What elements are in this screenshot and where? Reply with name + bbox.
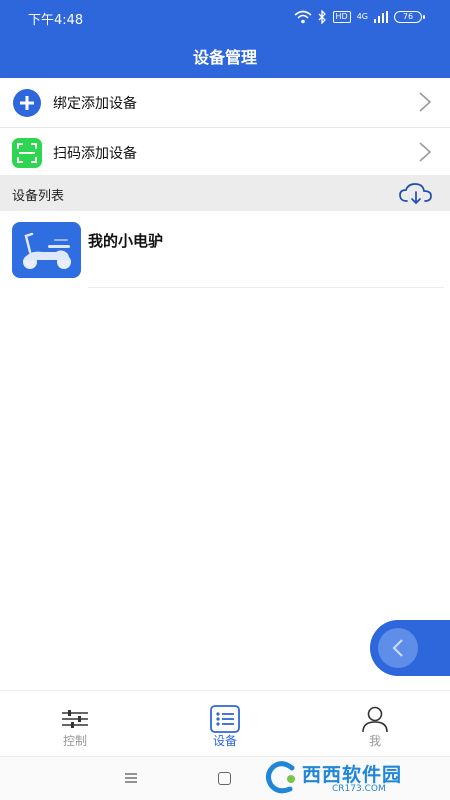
- menu-icon[interactable]: [125, 773, 137, 783]
- sliders-icon: [62, 710, 88, 728]
- chevron-right-icon: [419, 92, 432, 112]
- watermark-logo-icon: [265, 761, 295, 794]
- scan-add-device-row[interactable]: 扫码添加设备: [0, 128, 450, 176]
- hd-badge: HD: [332, 11, 351, 23]
- network-label: 4G: [356, 12, 368, 21]
- watermark-brand: 西西软件园: [302, 764, 403, 786]
- tab-label: 控制: [62, 734, 87, 748]
- person-icon: [362, 706, 388, 733]
- tab-label: 设备: [212, 734, 237, 748]
- device-list-header: 设备列表: [0, 175, 450, 211]
- status-bar: 下午4:48 HD 4G 76: [0, 0, 450, 32]
- floating-back-button[interactable]: [370, 620, 450, 676]
- device-list-item[interactable]: 我的小电驴: [0, 212, 450, 290]
- chevron-right-icon: [419, 142, 432, 162]
- signal-icon: [374, 11, 388, 23]
- status-time: 下午4:48: [28, 13, 84, 28]
- watermark-sub: CR173.COM: [332, 784, 386, 794]
- tab-me[interactable]: 我: [300, 691, 450, 757]
- row-divider: [88, 287, 444, 288]
- watermark: 西西软件园 CR173.COM: [262, 758, 450, 798]
- app-header: 下午4:48 HD 4G 76 设备管理: [0, 0, 450, 78]
- page-title: 设备管理: [192, 48, 257, 67]
- chevron-left-icon: [392, 639, 403, 657]
- device-name: 我的小电驴: [88, 232, 164, 250]
- status-icons: HD 4G 76: [293, 8, 425, 26]
- bind-add-device-label: 绑定添加设备: [53, 96, 137, 112]
- tab-control[interactable]: 控制: [0, 691, 150, 757]
- battery-icon: 76: [394, 11, 425, 23]
- plus-circle-icon: [13, 89, 41, 117]
- cloud-download-icon[interactable]: [398, 182, 434, 206]
- device-list-title: 设备列表: [12, 189, 65, 204]
- list-icon: [210, 705, 240, 733]
- bind-add-device-row[interactable]: 绑定添加设备: [0, 78, 450, 126]
- bottom-tab-bar: 控制 设备 我: [0, 690, 450, 756]
- tab-devices[interactable]: 设备: [150, 691, 300, 757]
- home-button[interactable]: [218, 772, 231, 785]
- scooter-icon: [12, 222, 81, 278]
- bluetooth-icon: [318, 10, 326, 24]
- tab-label: 我: [368, 734, 381, 748]
- wifi-icon: [293, 10, 312, 24]
- scan-icon: [12, 138, 42, 168]
- scan-add-device-label: 扫码添加设备: [53, 146, 137, 162]
